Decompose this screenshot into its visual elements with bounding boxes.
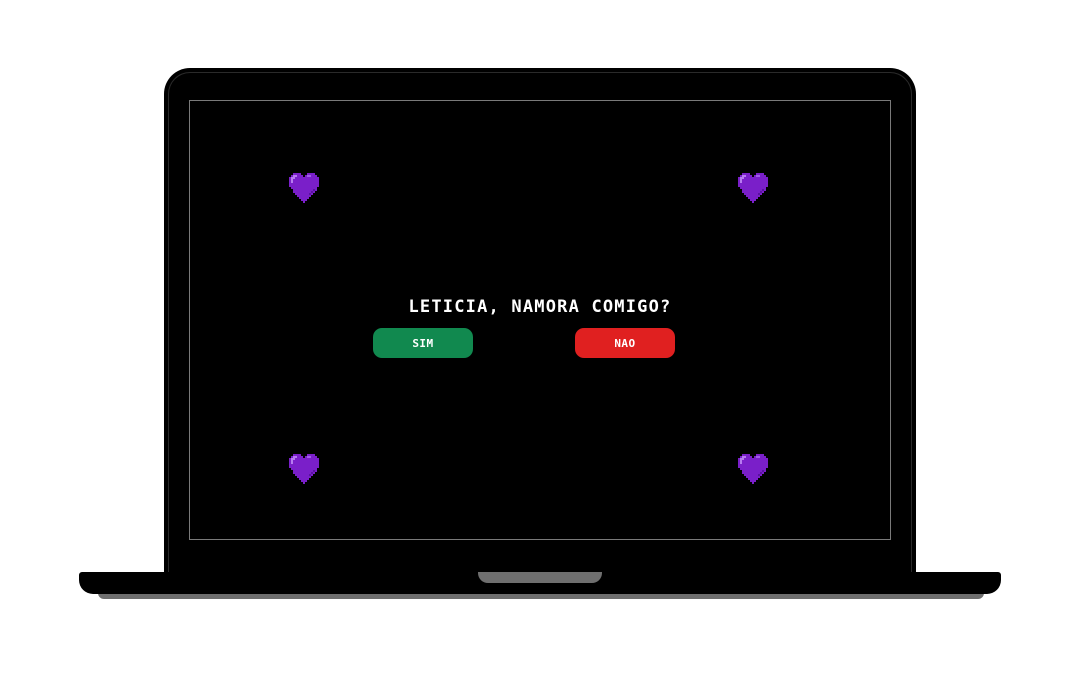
no-button[interactable]: NAO [575,328,675,358]
laptop-notch [478,572,602,583]
purple-heart-icon [287,452,321,484]
laptop-screen: LETICIA, NAMORA COMIGO? SIM NAO [189,100,891,540]
yes-button[interactable]: SIM [373,328,473,358]
purple-heart-icon [736,452,770,484]
purple-heart-icon [736,171,770,203]
laptop-mockup: LETICIA, NAMORA COMIGO? SIM NAO [0,0,1080,686]
proposal-question: LETICIA, NAMORA COMIGO? [408,297,672,317]
purple-heart-icon [287,171,321,203]
